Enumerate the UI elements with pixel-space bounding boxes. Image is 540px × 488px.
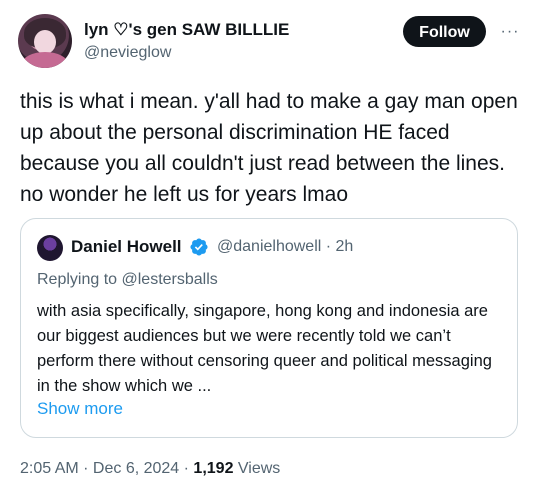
more-options-icon[interactable]: ··· — [498, 22, 522, 42]
meta-separator: · — [78, 460, 93, 477]
quoted-handle-time[interactable]: @danielhowell · 2h — [217, 238, 353, 256]
views-count: 1,192 — [193, 460, 234, 477]
quoted-author-name[interactable]: Daniel Howell — [71, 237, 182, 257]
meta-separator: · — [179, 460, 194, 477]
avatar-face — [34, 30, 56, 54]
tweet-date[interactable]: Dec 6, 2024 — [93, 460, 179, 477]
author-display-name[interactable]: lyn ♡'s gen SAW BILLLIE — [84, 20, 289, 40]
quoted-author-avatar[interactable] — [37, 235, 63, 261]
quoted-tweet[interactable]: Daniel Howell @danielhowell · 2h Replyin… — [20, 218, 518, 438]
replying-to-mention[interactable]: @lestersballs — [122, 271, 218, 288]
tweet-time[interactable]: 2:05 AM — [20, 460, 79, 477]
tweet-header: lyn ♡'s gen SAW BILLLIE @nevieglow Follo… — [18, 14, 528, 68]
follow-button[interactable]: Follow — [403, 16, 486, 47]
verified-badge-icon — [190, 238, 208, 256]
author-avatar[interactable] — [18, 14, 72, 68]
tweet-text: this is what i mean. y'all had to make a… — [20, 90, 518, 206]
replying-to-label: Replying to — [37, 271, 122, 288]
replying-to: Replying to @lestersballs — [37, 271, 218, 289]
author-handle[interactable]: @nevieglow — [84, 44, 171, 62]
tweet-metadata: 2:05 AM · Dec 6, 2024 · 1,192 Views — [20, 460, 280, 478]
avatar-shirt — [22, 52, 68, 68]
views-label: Views — [233, 460, 281, 477]
show-more-link[interactable]: Show more — [37, 399, 123, 419]
quoted-tweet-text: with asia specifically, singapore, hong … — [37, 302, 492, 395]
